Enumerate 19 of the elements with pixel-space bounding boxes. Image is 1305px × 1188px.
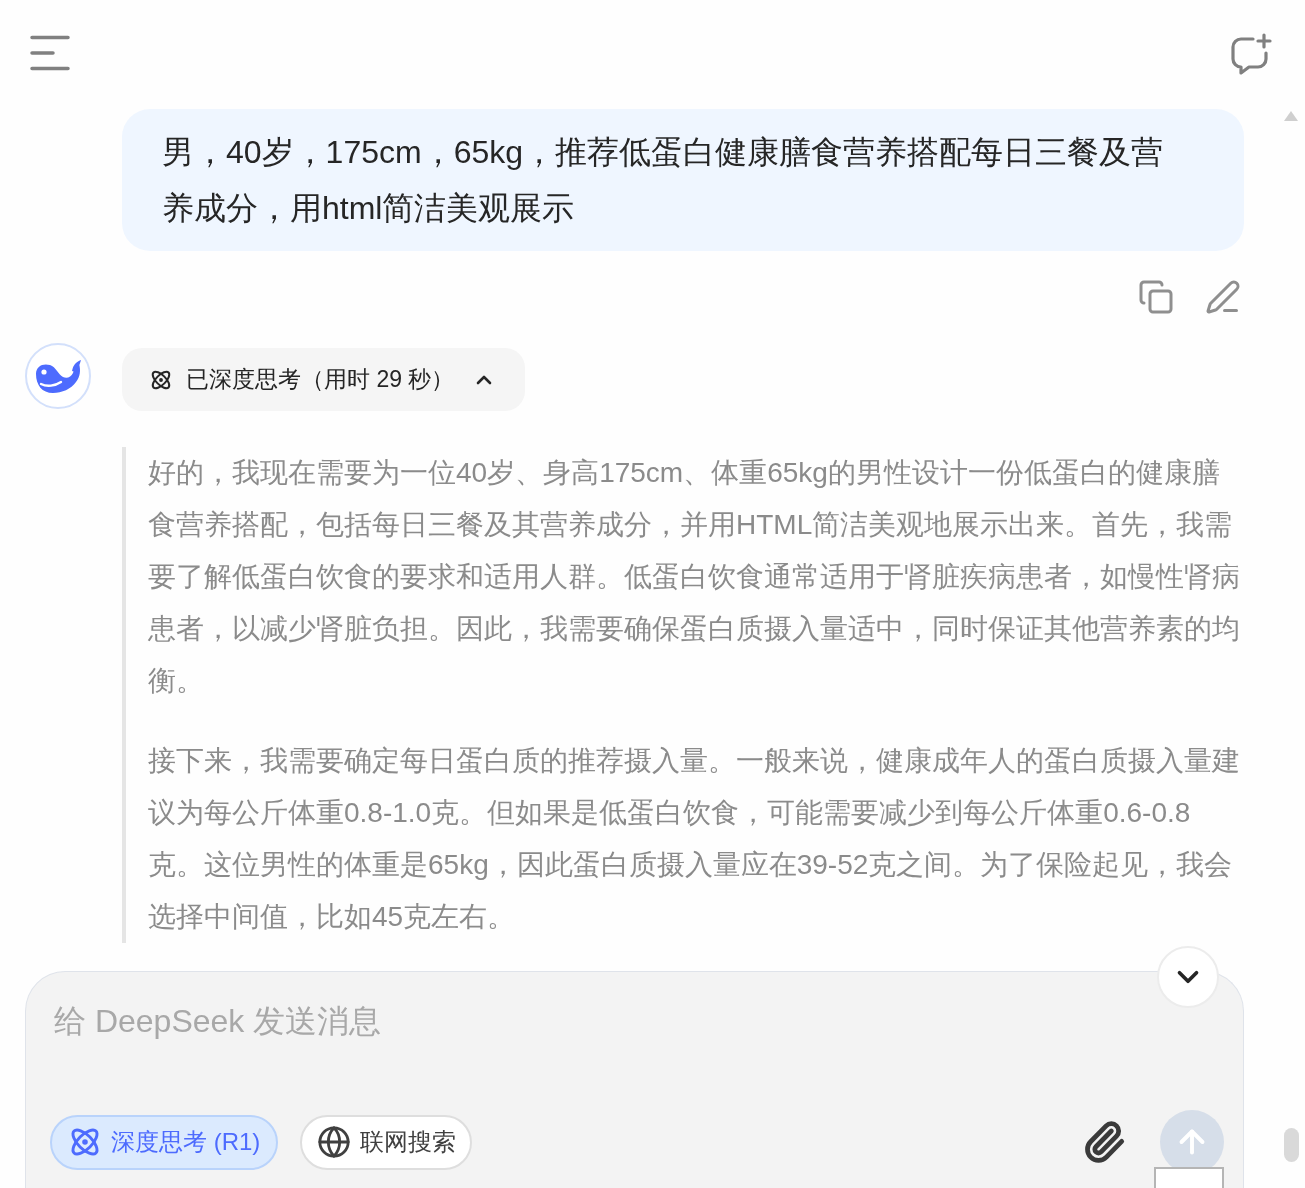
edit-icon[interactable] [1205,279,1241,315]
copy-icon[interactable] [1138,279,1174,315]
menu-icon[interactable] [30,35,70,71]
atom-icon [69,1126,101,1158]
scrollbar-thumb[interactable] [1284,1128,1299,1162]
toggle-button[interactable]: 深度思考 (R1) [50,1114,279,1170]
message-input-field[interactable]: 给 DeepSeek 发送消息 [54,999,1147,1089]
thinking-paragraph: 好的，我现在需要为一位40岁、身高175cm、体重65kg的男性设计一份低蛋白的健康膳食营养搭配，包括每日三餐及其营养成分，并用HTML简洁美观地展示出来。首先，我需要了解低蛋白饮食的要求和适用人群。低蛋白饮食通常适用于肾脏疾病患者，如慢性肾病患者，以减少肾脏负担。因此，我需要确保蛋白质摄入量适中，同时保证其他营养素的均衡。 [148,456,1240,698]
globe-icon [317,1125,352,1159]
whale-avatar-icon [25,343,91,409]
message-composer[interactable]: 给 DeepSeek 发送消息 深度思考 (R1) 联网搜索 [25,971,1244,1188]
new-chat-icon[interactable] [1228,33,1272,77]
paperclip-icon[interactable] [1082,1120,1126,1164]
user-message: 男，40岁，175cm，65kg，推荐低蛋白健康膳食营养搭配每日三餐及营养成分，用html简洁美观展示 [122,109,1244,251]
thinking-toggle-button[interactable]: 已深度思考（用时 29 秒） [122,348,526,411]
atom-icon [150,368,172,391]
toggle-button[interactable]: 联网搜索 [300,1114,473,1170]
thinking-paragraph: 接下来，我需要确定每日蛋白质的推荐摄入量。一般来说，健康成年人的蛋白质摄入量建议为每公斤体重0.8-1.0克。但如果是低蛋白饮食，可能需要减少到每公斤体重0.6-0.8克。这位男性的体重是65kg，因此蛋白质摄入量应在39-52克之间。为了保险起见，我会选择中间值，比如45克左右。 [148,744,1240,934]
tooltip [1154,1167,1224,1188]
